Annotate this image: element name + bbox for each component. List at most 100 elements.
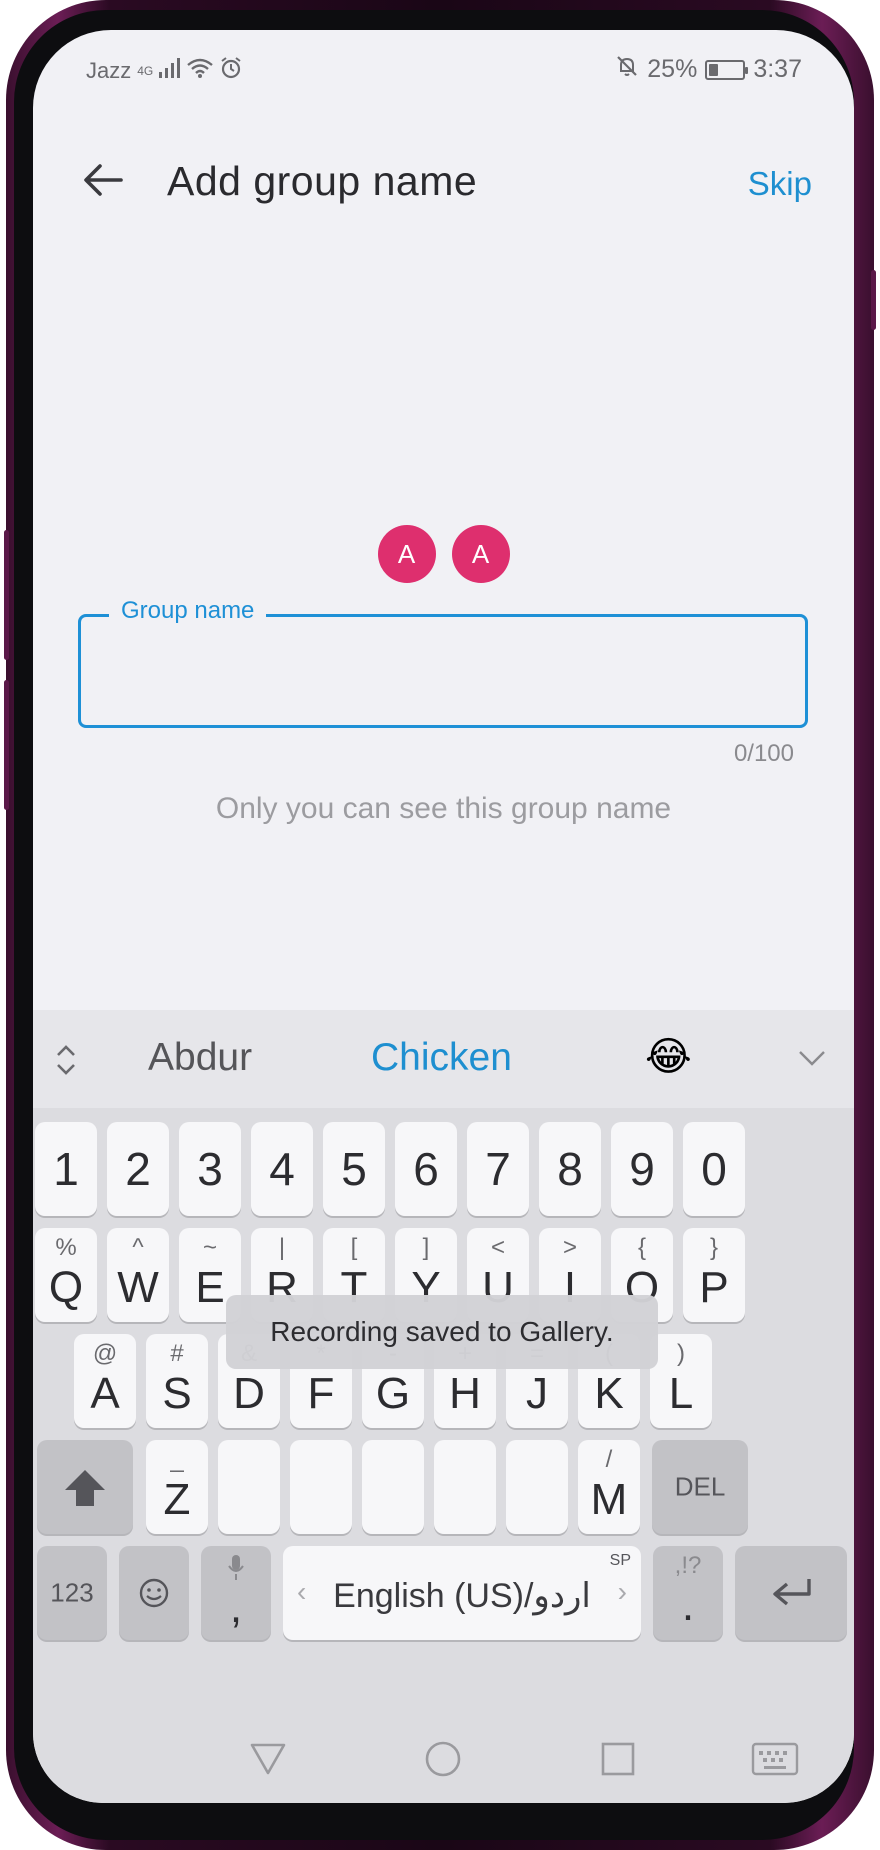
key-q-alt-label: %: [55, 1234, 77, 1261]
key-2[interactable]: 2: [107, 1122, 169, 1216]
suggestion-emoji[interactable]: 😂: [645, 1034, 692, 1080]
status-right: 25% 3:37: [615, 54, 802, 85]
avatar: A: [377, 525, 436, 583]
key-n[interactable]: [506, 1440, 568, 1534]
suggestion-bar: Abdur Chicken 😂: [33, 1010, 854, 1108]
numbers-toggle-key-label: 123: [50, 1577, 94, 1608]
key-1-label: 1: [53, 1143, 79, 1195]
period-label: .: [681, 1581, 695, 1630]
keyboard-hide-icon[interactable]: [745, 1734, 805, 1784]
shift-key[interactable]: [37, 1440, 133, 1534]
key-z-alt-label: _: [170, 1446, 184, 1473]
suggestion-1[interactable]: Abdur: [148, 1036, 252, 1080]
key-a-label: A: [90, 1369, 120, 1418]
key-b[interactable]: [434, 1440, 496, 1534]
navigation-bar: [33, 1714, 854, 1803]
key-6[interactable]: 6: [395, 1122, 457, 1216]
key-a[interactable]: @ A: [74, 1334, 136, 1428]
alarm-icon: [219, 56, 243, 86]
back-triangle-icon[interactable]: [243, 1734, 293, 1784]
key-9[interactable]: 9: [611, 1122, 673, 1216]
key-4[interactable]: 4: [251, 1122, 313, 1216]
delete-key[interactable]: DEL: [652, 1440, 748, 1534]
key-a-alt-label: @: [92, 1340, 118, 1367]
back-button[interactable]: [75, 152, 131, 208]
key-o-alt-label: {: [637, 1234, 646, 1261]
key-l[interactable]: ) L: [650, 1334, 712, 1428]
suggestion-2[interactable]: Chicken: [371, 1036, 512, 1080]
key-p[interactable]: } P: [683, 1228, 745, 1322]
key-h-label: H: [449, 1369, 481, 1418]
key-9-label: 9: [629, 1143, 655, 1195]
key-u-alt-label: <: [490, 1234, 505, 1261]
key-t-alt-label: [: [350, 1234, 358, 1261]
chevron-right-icon: ›: [617, 1576, 627, 1607]
group-name-input[interactable]: [103, 643, 783, 699]
group-name-label: Group name: [109, 597, 267, 625]
period-key[interactable]: ,!?.: [653, 1546, 723, 1640]
avatar: A: [451, 525, 510, 583]
key-w-label: W: [117, 1263, 159, 1312]
key-i-alt-label: >: [562, 1234, 577, 1261]
voice-comma-key[interactable]: ,: [201, 1546, 271, 1640]
key-8[interactable]: 8: [539, 1122, 601, 1216]
key-2-label: 2: [125, 1143, 151, 1195]
key-0[interactable]: 0: [683, 1122, 745, 1216]
key-p-alt-label: }: [709, 1234, 718, 1261]
character-counter: 0/100: [733, 740, 794, 767]
key-x[interactable]: [218, 1440, 280, 1534]
delete-key-label: DEL: [674, 1471, 726, 1502]
key-e-alt-label: ~: [202, 1234, 217, 1261]
key-m-label: M: [590, 1475, 628, 1524]
chevron-down-icon[interactable]: [792, 1038, 832, 1078]
key-w[interactable]: ^ W: [107, 1228, 169, 1322]
key-q-label: Q: [48, 1263, 84, 1312]
battery-percent: 25%: [647, 55, 698, 83]
group-name-field[interactable]: Group name: [78, 597, 808, 728]
space-language-label: English (US)/اردو: [333, 1577, 591, 1615]
key-3[interactable]: 3: [179, 1122, 241, 1216]
recents-square-icon[interactable]: [593, 1734, 643, 1784]
key-0-label: 0: [701, 1143, 727, 1195]
space-key[interactable]: ‹ English (US)/اردو › SP: [283, 1546, 641, 1640]
status-bar: Jazz 4G 25% 3:37: [33, 30, 854, 110]
period-alt-label: ,!?: [674, 1552, 702, 1579]
key-z[interactable]: _ Z: [146, 1440, 208, 1534]
key-5[interactable]: 5: [323, 1122, 385, 1216]
key-f-label: F: [307, 1369, 335, 1418]
key-7-label: 7: [485, 1143, 511, 1195]
battery-icon: [705, 59, 749, 80]
signal-icon: [159, 58, 181, 84]
enter-arrow-icon: [773, 1579, 811, 1606]
app-header: Add group name Skip: [33, 130, 854, 240]
skip-button[interactable]: Skip: [748, 165, 812, 203]
carrier-name: Jazz: [86, 58, 132, 83]
screen: Jazz 4G 25% 3:37 Add group name Skip A A…: [33, 30, 854, 1803]
emoji-key[interactable]: [119, 1546, 189, 1640]
key-l-alt-label: ): [677, 1340, 685, 1367]
key-g-label: G: [375, 1369, 411, 1418]
key-s-alt-label: #: [170, 1340, 184, 1367]
key-v[interactable]: [362, 1440, 424, 1534]
network-type: 4G: [137, 64, 154, 78]
expand-collapse-icon[interactable]: [51, 1038, 81, 1082]
status-left: Jazz 4G: [86, 56, 243, 86]
mute-notification-icon: [615, 54, 639, 85]
enter-key[interactable]: [735, 1546, 847, 1640]
power-button: [4, 680, 9, 810]
key-j-label: J: [526, 1369, 548, 1418]
key-m-alt-label: /: [605, 1446, 613, 1473]
key-s-label: S: [162, 1369, 192, 1418]
numbers-toggle-key[interactable]: 123: [37, 1546, 107, 1640]
key-4-label: 4: [269, 1143, 295, 1195]
key-q[interactable]: % Q: [35, 1228, 97, 1322]
key-7[interactable]: 7: [467, 1122, 529, 1216]
key-m[interactable]: / M: [578, 1440, 640, 1534]
key-s[interactable]: # S: [146, 1334, 208, 1428]
key-c[interactable]: [290, 1440, 352, 1534]
home-circle-icon[interactable]: [418, 1734, 468, 1784]
key-r-alt-label: |: [278, 1234, 286, 1261]
volume-button: [4, 530, 9, 660]
arrow-left-icon: [84, 164, 123, 196]
key-1[interactable]: 1: [35, 1122, 97, 1216]
